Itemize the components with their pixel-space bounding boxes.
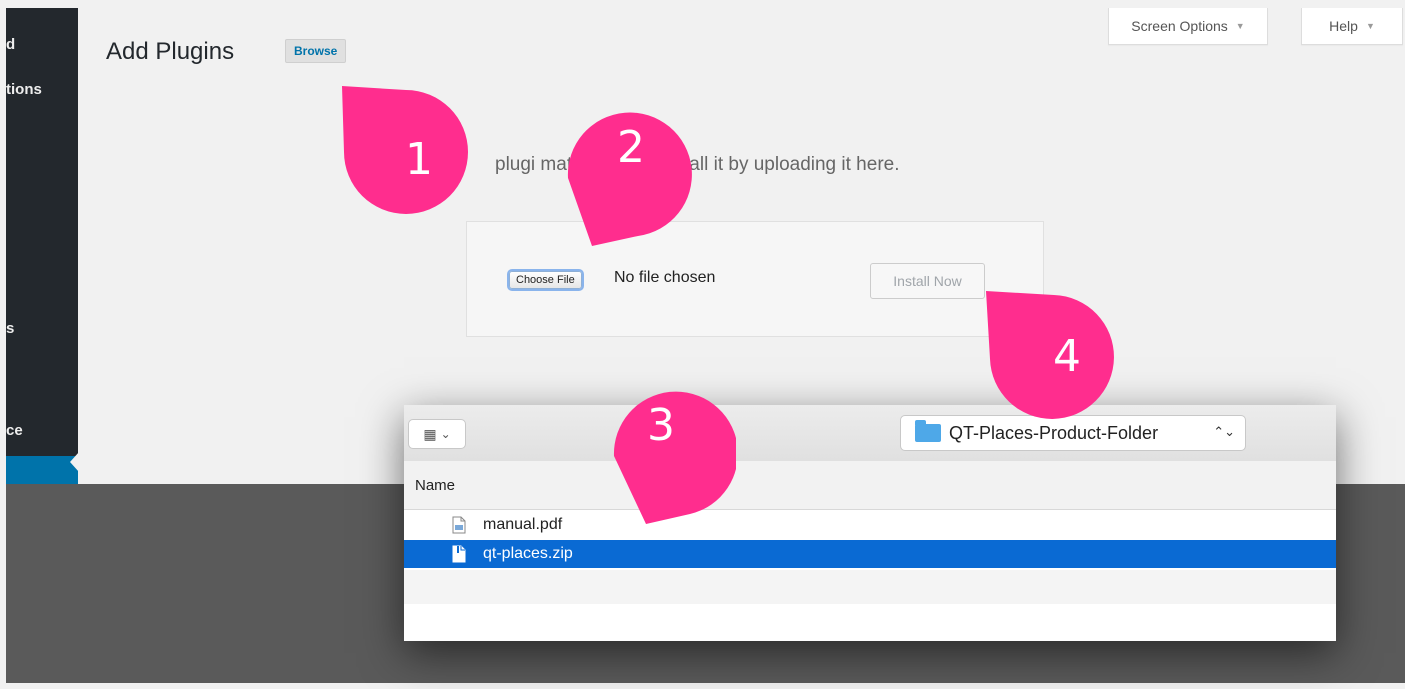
sidebar-item-appearance[interactable]: ce [6,422,23,439]
sidebar-item-collections[interactable]: tions [6,81,42,98]
callout-number: 4 [1053,330,1081,382]
callout-marker-4: 4 [984,285,1134,435]
screenshot-frame-bottom [0,683,1405,689]
updown-chevron-icon: ⌃⌄ [1213,424,1235,439]
choose-file-button[interactable]: Choose File [509,271,582,289]
dropdown-arrow-icon: ▼ [1365,21,1375,31]
page-title: Add Plugins [106,38,235,65]
screen-options-label: Screen Options [1131,18,1228,34]
sidebar-item-dashboard[interactable]: d [6,36,15,53]
folder-icon [915,420,941,442]
file-row[interactable]: manual.pdf [404,511,1336,539]
dropdown-arrow-icon: ▼ [1235,21,1245,31]
pdf-file-icon [451,515,467,535]
screen-options-tab[interactable]: Screen Options ▼ [1108,8,1268,45]
file-name: manual.pdf [483,516,563,533]
file-chooser-dialog: ▦ ⌄ QT-Places-Product-Folder ⌃⌄ Name man… [404,405,1336,641]
callout-number: 3 [647,399,675,451]
help-label: Help [1329,18,1358,34]
grid-view-icon: ▦ [423,425,437,442]
admin-sidebar: d tions s ce [6,8,78,484]
empty-row [404,570,1336,604]
file-row-selected[interactable]: qt-places.zip [404,540,1336,568]
view-mode-button[interactable]: ▦ ⌄ [408,419,466,449]
callout-number: 2 [617,121,645,173]
sidebar-item-active[interactable] [6,456,78,484]
no-file-chosen-text: No file chosen [614,269,716,286]
browse-button[interactable]: Browse [285,39,347,63]
callout-marker-3: 3 [586,374,736,524]
dialog-toolbar: ▦ ⌄ QT-Places-Product-Folder ⌃⌄ [404,405,1336,462]
file-name: qt-places.zip [483,545,573,562]
help-tab[interactable]: Help ▼ [1301,8,1403,45]
callout-marker-2: 2 [548,96,698,246]
name-column-label: Name [415,477,456,494]
install-now-button[interactable]: Install Now [870,263,985,299]
zip-file-icon [451,544,467,564]
column-header[interactable]: Name [404,461,1336,510]
callout-marker-1: 1 [336,80,486,230]
sidebar-item-plugins[interactable]: s [6,320,14,337]
chevron-down-icon: ⌄ [440,427,451,441]
callout-number: 1 [405,133,433,185]
